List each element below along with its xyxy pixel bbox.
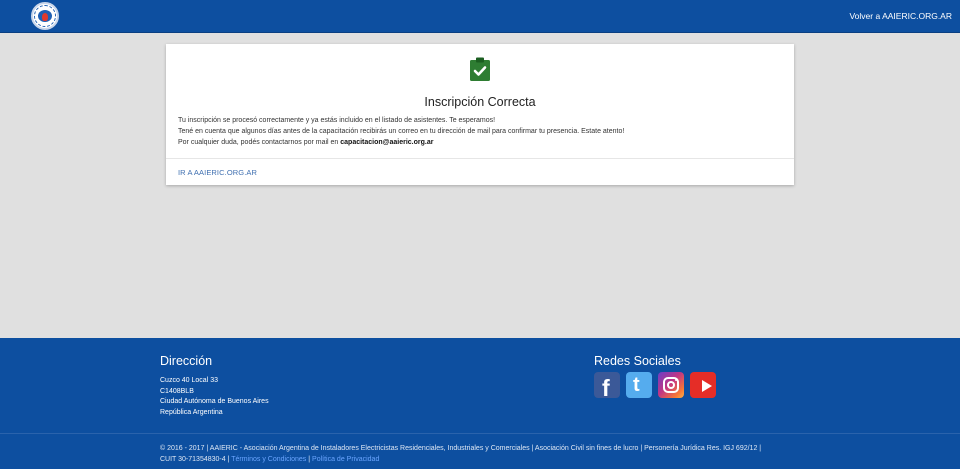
address-line: Cuzco 40 Local 33 — [160, 377, 218, 384]
message-line-2: Tené en cuenta que algunos días antes de… — [178, 128, 625, 135]
legal-line: CUIT 30-71354830-4 | Términos y Condicio… — [160, 456, 380, 463]
aaieric-logo[interactable] — [31, 2, 59, 30]
clipboard-check-icon — [470, 57, 490, 81]
twitter-icon[interactable]: t — [626, 372, 652, 398]
privacy-link[interactable]: Política de Privacidad — [312, 456, 379, 463]
confirmation-card: Inscripción Correcta Tu inscripción se p… — [166, 44, 794, 185]
go-to-site-button[interactable]: IR A AAIERIC.ORG.AR — [178, 168, 257, 177]
footer: Dirección Cuzco 40 Local 33 C1408BLB Ciu… — [0, 338, 960, 469]
message-line-1: Tu inscripción se procesó correctamente … — [178, 117, 496, 124]
confirmation-message: Tu inscripción se procesó correctamente … — [178, 115, 624, 148]
instagram-icon[interactable] — [658, 372, 684, 398]
address-heading: Dirección — [160, 354, 213, 368]
top-navbar: Volver a AAIERIC.ORG.AR — [0, 0, 960, 33]
social-heading: Redes Sociales — [594, 354, 681, 368]
footer-divider — [0, 433, 960, 434]
address-line: República Argentina — [160, 408, 223, 416]
confirmation-title: Inscripción Correcta — [424, 95, 536, 109]
address-line: Ciudad Autónoma de Buenos Aires — [160, 398, 269, 405]
copyright-text: © 2016 - 2017 | AAIERIC - Asociación Arg… — [160, 443, 820, 465]
terms-link[interactable]: Términos y Condiciones — [231, 456, 306, 463]
card-divider — [166, 158, 794, 159]
facebook-icon[interactable]: f — [594, 372, 620, 398]
address-line: C1408BLB — [160, 387, 194, 395]
contact-email: capacitacion@aaieric.org.ar — [340, 139, 434, 146]
copyright-line: © 2016 - 2017 | AAIERIC - Asociación Arg… — [160, 445, 762, 452]
youtube-icon[interactable] — [690, 372, 716, 398]
message-line-3: Por cualquier duda, podés contactarnos p… — [178, 139, 434, 146]
address-block: Cuzco 40 Local 33 C1408BLB Ciudad Autóno… — [160, 376, 269, 418]
back-to-site-link[interactable]: Volver a AAIERIC.ORG.AR — [849, 11, 952, 21]
